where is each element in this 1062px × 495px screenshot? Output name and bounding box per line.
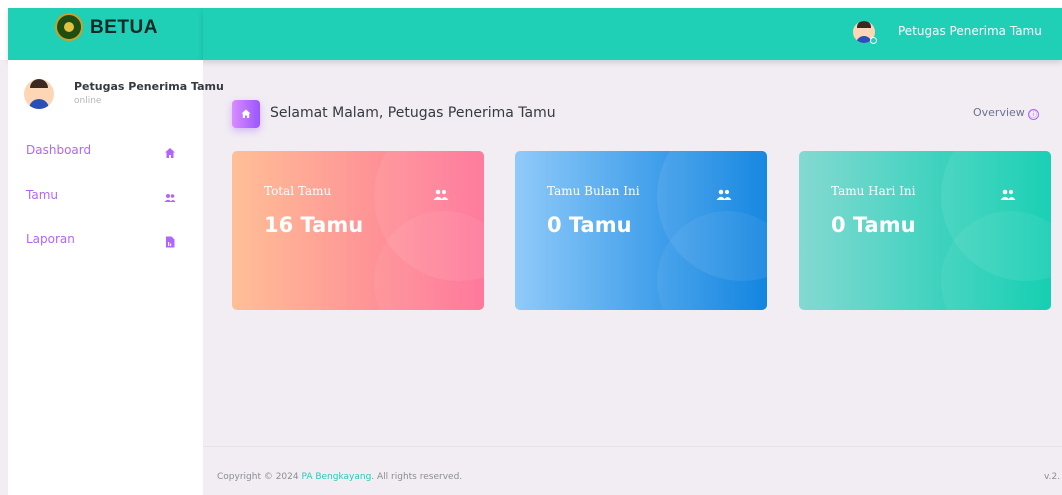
status-dot-icon <box>870 37 877 44</box>
home-icon <box>232 100 260 128</box>
card-label: Tamu Hari Ini <box>831 184 916 198</box>
card-label: Total Tamu <box>264 184 332 198</box>
footer: Copyright © 2024 PA Bengkayang. All righ… <box>203 446 1062 495</box>
footer-link[interactable]: PA Bengkayang <box>301 472 371 482</box>
card-value: 0 Tamu <box>547 213 632 237</box>
sidebar-item-dashboard[interactable]: Dashboard <box>26 141 186 161</box>
tamu-bulan-ini-card: Tamu Bulan Ini 0 Tamu <box>515 151 767 310</box>
version-label: v.2. <box>1044 472 1061 482</box>
page-title: Selamat Malam, Petugas Penerima Tamu <box>270 105 556 121</box>
users-icon <box>716 186 732 200</box>
brand-area[interactable]: BETUA <box>8 8 203 60</box>
chevron-down-icon[interactable]: ⌄ <box>1026 25 1034 36</box>
navbar-user-name[interactable]: Petugas Penerima Tamu <box>898 24 1042 38</box>
copyright-text: Copyright © 2024 PA Bengkayang. All righ… <box>217 472 462 482</box>
sidebar-item-label: Tamu <box>26 188 58 202</box>
copyright-prefix: Copyright © 2024 <box>217 472 302 482</box>
card-label: Tamu Bulan Ini <box>547 184 640 198</box>
sidebar-item-laporan[interactable]: Laporan <box>26 230 186 250</box>
card-value: 0 Tamu <box>831 213 916 237</box>
copyright-suffix: . All rights reserved. <box>371 472 463 482</box>
sidebar-item-label: Dashboard <box>26 143 92 157</box>
overview-label: Overview <box>973 106 1025 119</box>
users-icon <box>1000 186 1016 200</box>
users-icon <box>164 189 176 202</box>
overview-link[interactable]: Overview ⓘ <box>973 106 1039 120</box>
tamu-hari-ini-card: Tamu Hari Ini 0 Tamu <box>799 151 1051 310</box>
users-icon <box>433 186 449 200</box>
top-navbar: BETUA Petugas Penerima Tamu ⌄ <box>0 0 1062 60</box>
sidebar-item-label: Laporan <box>26 232 75 246</box>
brand-name: BETUA <box>90 17 158 38</box>
profile-status: online <box>74 96 102 106</box>
profile-avatar-icon <box>24 79 54 109</box>
sidebar-item-tamu[interactable]: Tamu <box>26 186 186 206</box>
card-value: 16 Tamu <box>264 213 364 237</box>
info-icon: ⓘ <box>1027 109 1039 120</box>
navbar-band: Petugas Penerima Tamu ⌄ <box>203 8 1062 60</box>
home-icon <box>164 144 176 158</box>
logo-icon <box>55 13 83 41</box>
report-icon <box>164 233 176 248</box>
profile-name: Petugas Penerima Tamu <box>74 80 224 93</box>
sidebar: Petugas Penerima Tamu online Dashboard T… <box>8 60 224 495</box>
total-tamu-card: Total Tamu 16 Tamu <box>232 151 484 310</box>
